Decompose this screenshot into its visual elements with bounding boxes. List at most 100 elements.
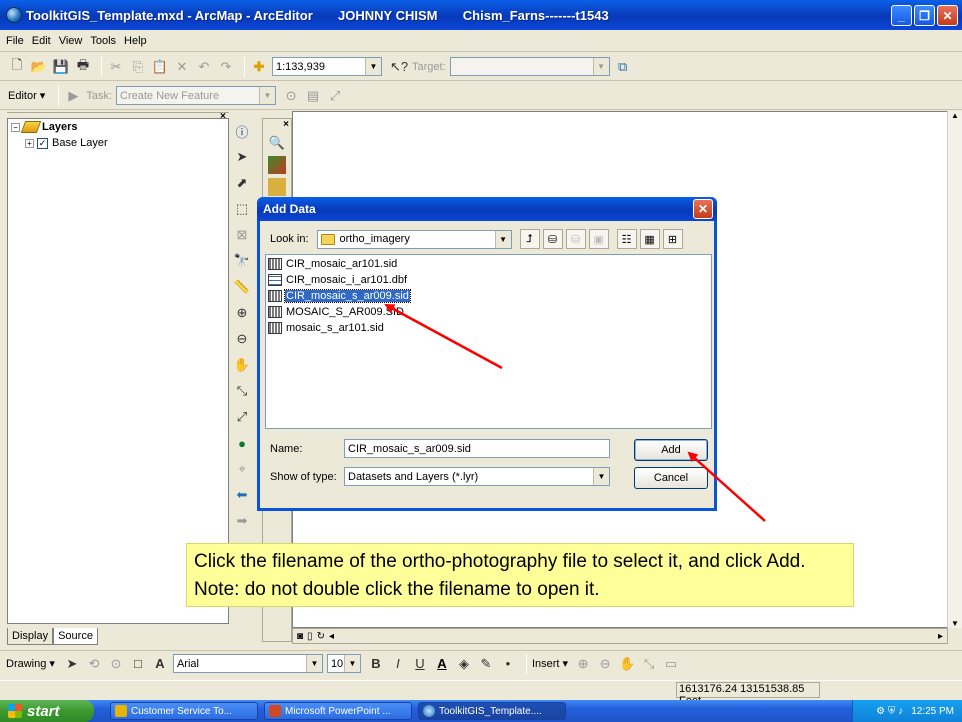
name-field[interactable]: CIR_mosaic_s_ar009.sid	[344, 439, 610, 458]
file-item[interactable]: CIR_mosaic_i_ar101.dbf	[266, 272, 711, 288]
target-combo[interactable]: ▼	[449, 57, 610, 76]
taskbar-item-arcmap[interactable]: ToolkitGIS_Template....	[418, 702, 566, 720]
zoom-layout-icon[interactable]: ⊕	[574, 655, 592, 673]
zoom-out-icon[interactable]: ⊖	[233, 328, 251, 350]
scroll-left-icon[interactable]: ◂	[329, 631, 334, 642]
scroll-right-icon[interactable]: ▸	[938, 631, 943, 642]
menu-edit[interactable]: Edit	[32, 35, 51, 47]
scale-combo[interactable]: 1:133,939 ▼	[272, 57, 382, 76]
marker-color-icon[interactable]: •	[499, 655, 517, 673]
tray-icons[interactable]: ⚙ ⛨ ♪	[876, 706, 903, 717]
cut-icon[interactable]: ✂	[107, 58, 125, 76]
connect-folder-icon[interactable]: ⛁	[542, 229, 563, 249]
tab-display[interactable]: Display	[7, 628, 54, 645]
whats-this-icon[interactable]: ↖?	[390, 58, 408, 76]
toolbar-close-icon[interactable]: ×	[263, 119, 291, 130]
rectangle-icon[interactable]: □	[129, 655, 147, 673]
measure-icon[interactable]: 📏	[233, 276, 251, 298]
delete-icon[interactable]: ✕	[173, 58, 191, 76]
paste-icon[interactable]: 📋	[151, 58, 169, 76]
show-of-type-combo[interactable]: Datasets and Layers (*.lyr) ▼	[344, 467, 610, 486]
select-pointer-icon[interactable]: ➤	[63, 655, 81, 673]
add-button[interactable]: Add	[634, 439, 708, 461]
restore-button[interactable]: ❐	[914, 5, 935, 26]
new-folder-icon[interactable]: ▣	[588, 229, 609, 249]
scroll-up-icon[interactable]: ▲	[948, 111, 962, 120]
font-combo[interactable]: Arial ▼	[172, 654, 323, 673]
window-title-bar[interactable]: ToolkitGIS_Template.mxd - ArcMap - ArcEd…	[0, 0, 962, 30]
file-item-selected[interactable]: CIR_mosaic_s_ar009.sid	[266, 288, 711, 304]
pan-icon[interactable]: ✋	[233, 354, 251, 376]
identify-icon[interactable]: ⓘ	[233, 120, 251, 142]
up-one-level-icon[interactable]: ⮥	[519, 229, 540, 249]
italic-icon[interactable]: I	[389, 655, 407, 673]
drawing-menu[interactable]: Drawing ▾	[6, 657, 55, 670]
look-in-combo[interactable]: ortho_imagery ▼	[316, 229, 512, 249]
list-view-icon[interactable]: ☷	[616, 229, 637, 249]
save-icon[interactable]: 💾	[52, 58, 70, 76]
taskbar-item-customer-service[interactable]: Customer Service To...	[110, 702, 258, 720]
file-item[interactable]: mosaic_s_ar101.sid	[266, 320, 711, 336]
zoom-whole-page-icon[interactable]: ⊙	[107, 655, 125, 673]
menu-view[interactable]: View	[59, 35, 83, 47]
magnifier-icon[interactable]: 🔍	[268, 134, 286, 152]
dialog-title-bar[interactable]: Add Data ✕	[257, 197, 717, 221]
zoom-out-layout-icon[interactable]: ⊖	[596, 655, 614, 673]
minimize-button[interactable]: _	[891, 5, 912, 26]
fill-color-icon[interactable]: ◈	[455, 655, 473, 673]
edit-tool-icon[interactable]: ▶	[64, 87, 82, 105]
data-view-icon[interactable]: ◙	[297, 631, 303, 642]
attributes-icon[interactable]: ▤	[304, 87, 322, 105]
expand-icon[interactable]: +	[25, 138, 34, 148]
open-folder-icon[interactable]: 📂	[30, 58, 48, 76]
bold-icon[interactable]: B	[367, 655, 385, 673]
layout-icon[interactable]	[268, 178, 286, 196]
underline-icon[interactable]: U	[411, 655, 429, 673]
scroll-down-icon[interactable]: ▼	[948, 619, 962, 628]
page-icon[interactable]: ▭	[662, 655, 680, 673]
pan-layout-icon[interactable]: ✋	[618, 655, 636, 673]
map-vertical-scrollbar[interactable]: ▲ ▼	[947, 111, 962, 628]
layers-root[interactable]: Layers	[42, 121, 77, 133]
clear-selection-icon[interactable]: ⬚	[233, 198, 251, 220]
layer-name[interactable]: Base Layer	[52, 137, 108, 149]
print-icon[interactable]: 🖶	[74, 57, 92, 76]
layer-checkbox[interactable]: ✓	[37, 137, 48, 149]
redo-icon[interactable]: ↷	[217, 58, 235, 76]
hyperlink-icon[interactable]: ⊠	[233, 224, 251, 246]
editor-toolbar-icon[interactable]: ⧉	[614, 58, 632, 76]
task-combo[interactable]: Create New Feature ▼	[116, 86, 277, 105]
layout-view-icon[interactable]: ▯	[307, 631, 313, 642]
insert-menu[interactable]: Insert ▾	[532, 657, 568, 670]
forward-extent-icon[interactable]: ➡	[233, 510, 251, 532]
fixed-zoom-in-icon[interactable]: ⤡	[233, 380, 251, 402]
file-item[interactable]: CIR_mosaic_ar101.sid	[266, 256, 711, 272]
dialog-close-button[interactable]: ✕	[693, 199, 713, 219]
undo-icon[interactable]: ↶	[195, 58, 213, 76]
copy-icon[interactable]: ⎘	[129, 58, 147, 76]
sketch-tool-icon[interactable]: ⊙	[282, 87, 300, 105]
font-size-combo[interactable]: 10 ▼	[326, 654, 361, 673]
tab-source[interactable]: Source	[53, 628, 98, 645]
disconnect-folder-icon[interactable]: ⛁	[565, 229, 586, 249]
raster-icon[interactable]	[268, 156, 286, 174]
back-extent-icon[interactable]: ⬅	[233, 484, 251, 506]
menu-help[interactable]: Help	[124, 35, 147, 47]
line-color-icon[interactable]: ✎	[477, 655, 495, 673]
start-button[interactable]: start	[0, 700, 94, 722]
close-button[interactable]: ✕	[937, 5, 958, 26]
taskbar-item-powerpoint[interactable]: Microsoft PowerPoint ...	[264, 702, 412, 720]
select-features-icon[interactable]: ⬈	[233, 172, 251, 194]
new-document-icon[interactable]: 🗋	[8, 57, 26, 76]
sketch-properties-icon[interactable]: ⤢	[326, 87, 344, 105]
details-view-icon[interactable]: ▦	[639, 229, 660, 249]
rotate-icon[interactable]: ⟲	[85, 655, 103, 673]
zoom-in-icon[interactable]: ⊕	[233, 302, 251, 324]
select-elements-icon[interactable]: ➤	[233, 146, 251, 168]
fixed-zoom-layout-icon[interactable]: ⤡	[640, 655, 658, 673]
menu-tools[interactable]: Tools	[90, 35, 116, 47]
find-icon[interactable]: 🔭	[233, 250, 251, 272]
collapse-icon[interactable]: −	[11, 122, 20, 132]
cancel-button[interactable]: Cancel	[634, 467, 708, 489]
fixed-zoom-out-icon[interactable]: ⤢	[233, 406, 251, 428]
